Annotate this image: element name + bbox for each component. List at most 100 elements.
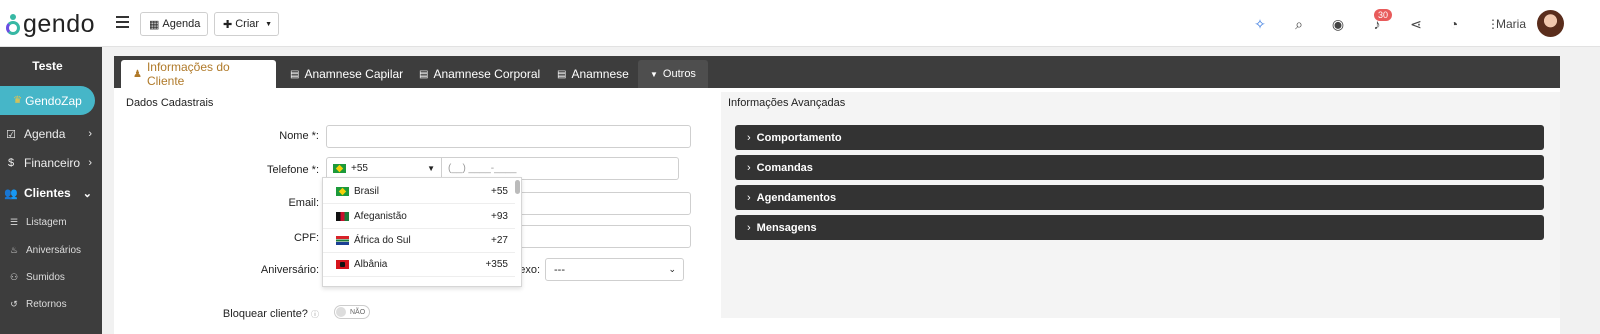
nome-label: Nome *: — [279, 130, 319, 142]
accordion-agendamentos[interactable]: › Agendamentos — [735, 185, 1544, 210]
sidebar-subitem-label: Listagem — [26, 216, 67, 228]
gendozap-label: GendoZap — [25, 93, 82, 108]
sidebar: Teste ♛ GendoZap ☑ Agenda › $ Financeiro… — [0, 47, 102, 334]
aniversario-label: Aniversário: — [260, 264, 319, 276]
brazil-flag-icon — [336, 187, 349, 196]
sidebar-subitem-aniversarios[interactable]: ♨ Aniversários — [0, 239, 102, 261]
accordion-comportamento[interactable]: › Comportamento — [735, 125, 1544, 150]
sexo-select[interactable]: --- ⌄ — [545, 258, 684, 281]
sidebar-item-label: Agenda — [24, 127, 66, 141]
sidebar-title: Teste — [32, 59, 63, 73]
chevron-down-icon: ⌄ — [82, 187, 92, 200]
agenda-button[interactable]: ▦ Agenda — [140, 12, 208, 36]
sidebar-subitem-label: Aniversários — [26, 244, 82, 256]
toggle-text: NÃO — [350, 308, 366, 316]
informacoes-avancadas-title: Informações Avançadas — [728, 97, 846, 109]
avatar[interactable] — [1537, 10, 1564, 37]
notification-badge: 30 — [1374, 9, 1393, 21]
chevron-down-icon: ⌄ — [668, 264, 676, 274]
share-icon[interactable]: ⋖ — [1407, 15, 1425, 33]
accordion-mensagens[interactable]: › Mensagens — [735, 215, 1544, 240]
dashboard-icon[interactable]: ◔ — [1445, 15, 1463, 33]
telefone-label: Telefone *: — [267, 164, 319, 176]
criar-button-label: Criar — [235, 18, 260, 30]
sidebar-subitem-label: Retornos — [26, 298, 67, 310]
undo-icon: ↺ — [10, 298, 18, 309]
tab-anamnese[interactable]: ▤ Anamnese — [545, 60, 641, 88]
tab-anamnese-capilar[interactable]: ▤ Anamnese Capilar — [278, 60, 415, 88]
accordion-label: Agendamentos — [756, 191, 837, 204]
country-name: África do Sul — [354, 235, 411, 246]
sidebar-subitem-sumidos[interactable]: ⚇ Sumidos — [0, 266, 102, 288]
sidebar-item-label: Financeiro — [24, 156, 81, 170]
logo-text: gendo — [23, 9, 96, 38]
sidebar-item-agenda[interactable]: ☑ Agenda › — [0, 121, 102, 147]
eye-icon[interactable]: ◉ — [1329, 15, 1347, 33]
phone-placeholder: (__) ____-____ — [448, 163, 517, 174]
tab-bar: ♟ Informações do Cliente ▤ Anamnese Capi… — [114, 56, 1560, 88]
afghanistan-flag-icon — [336, 212, 349, 221]
tab-label: Anamnese Capilar — [304, 67, 404, 81]
sidebar-subitem-listagem[interactable]: ☰ Listagem — [0, 211, 102, 233]
accordion-label: Mensagens — [756, 221, 817, 234]
cpf-label: CPF: — [293, 232, 319, 244]
country-code: +355 — [485, 259, 508, 270]
south-africa-flag-icon — [336, 236, 349, 245]
sidebar-item-clientes[interactable]: 👥 Clientes ⌄ — [0, 180, 102, 206]
tab-anamnese-corporal[interactable]: ▤ Anamnese Corporal — [407, 60, 552, 88]
help-icon[interactable]: ⓘ — [311, 310, 319, 319]
caret-down-icon: ▼ — [650, 69, 658, 79]
sidebar-subitem-label: Sumidos — [26, 271, 65, 283]
birthday-cake-icon: ♨ — [9, 244, 19, 255]
tab-label: Anamnese Corporal — [433, 67, 541, 81]
sparkle-icon[interactable]: ✧ — [1251, 15, 1269, 33]
brazil-flag-icon — [333, 164, 346, 173]
document-icon: ▤ — [290, 68, 300, 80]
chevron-right-icon: › — [88, 128, 92, 140]
tab-informacoes-cliente[interactable]: ♟ Informações do Cliente — [121, 60, 276, 88]
bloquear-label-wrap: Bloquear cliente? ⓘ — [214, 308, 319, 320]
main-content: ♟ Informações do Cliente ▤ Anamnese Capi… — [114, 56, 1560, 334]
sidebar-item-label: Clientes — [24, 186, 71, 200]
agenda-button-label: Agenda — [162, 18, 201, 30]
accordion-comandas[interactable]: › Comandas — [735, 155, 1544, 180]
bloquear-toggle[interactable]: NÃO — [334, 305, 370, 319]
sidebar-item-financeiro[interactable]: $ Financeiro › — [0, 150, 102, 176]
gendo-logo[interactable]: gendo — [6, 9, 95, 39]
dados-cadastrais-title: Dados Cadastrais — [126, 97, 214, 109]
tab-outros[interactable]: ▼ Outros — [638, 60, 708, 88]
country-name: Albânia — [354, 259, 388, 270]
dropdown-scrollbar[interactable] — [515, 180, 520, 194]
tab-label: Anamnese — [571, 67, 629, 81]
plus-icon: ✚ — [223, 18, 233, 31]
country-code: +55 — [491, 186, 508, 197]
country-name: Afeganistão — [354, 211, 407, 222]
user-name[interactable]: Maria — [1496, 17, 1526, 31]
users-icon: 👥 — [4, 187, 18, 200]
chevron-right-icon: › — [747, 131, 751, 144]
chevron-right-icon: › — [747, 221, 751, 234]
phone-country-code: +55 — [351, 163, 368, 174]
hamburger-menu-icon[interactable] — [116, 16, 129, 28]
country-code: +93 — [491, 211, 508, 222]
country-option-albania[interactable]: Albânia +355 — [323, 253, 515, 277]
country-option-brasil[interactable]: Brasil +55 — [323, 180, 515, 204]
crown-icon: ♛ — [13, 95, 23, 106]
gendozap-button[interactable]: ♛ GendoZap — [0, 86, 95, 115]
tab-label: Informações do Cliente — [146, 60, 230, 88]
list-icon: ☰ — [9, 216, 19, 227]
nome-input[interactable] — [326, 125, 691, 148]
dollar-icon: $ — [7, 157, 15, 169]
country-code: +27 — [491, 235, 508, 246]
search-icon[interactable]: ⌕ — [1290, 15, 1308, 33]
criar-button[interactable]: ✚ Criar ▼ — [214, 12, 279, 36]
country-option-afeganistao[interactable]: Afeganistão +93 — [323, 205, 515, 229]
accordion-label: Comportamento — [756, 131, 842, 144]
email-label: Email: — [288, 197, 319, 209]
calendar-icon: ▦ — [149, 18, 160, 31]
sidebar-subitem-retornos[interactable]: ↺ Retornos — [0, 293, 102, 315]
bloquear-label: Bloquear cliente? — [222, 308, 308, 320]
chevron-right-icon: › — [88, 157, 92, 169]
document-icon: ▤ — [419, 68, 429, 80]
country-option-africa-do-sul[interactable]: África do Sul +27 — [323, 229, 515, 253]
